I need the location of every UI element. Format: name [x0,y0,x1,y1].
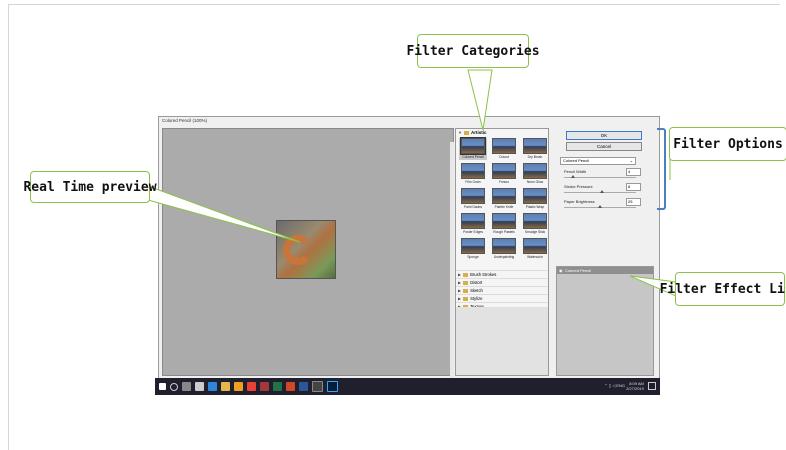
callout-filter-categories: Filter Categories [406,34,540,68]
callout-lines [147,69,677,297]
callout-pointer-preview [147,185,301,243]
callout-pointer-categories [467,69,493,131]
callout-filter-effect-list: Filter Effect List [660,272,786,306]
filter-options-bracket [657,128,666,210]
callout-filter-options: Filter Options [669,127,786,161]
callout-real-time-preview: Real Time preview [23,171,157,203]
